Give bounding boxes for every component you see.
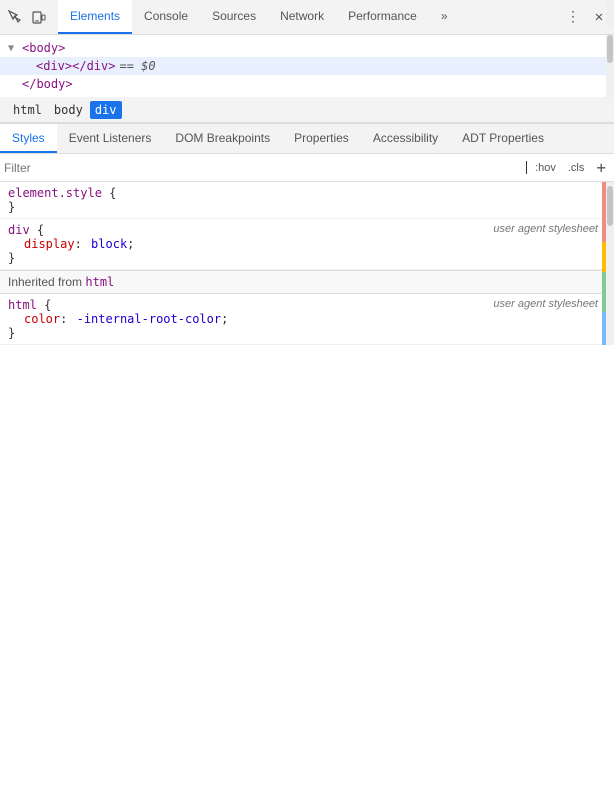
html-selector: html: [8, 298, 37, 312]
tab-sources[interactable]: Sources: [200, 0, 268, 34]
color-indicator-yellow: [602, 242, 606, 272]
div-ua-source: user agent stylesheet: [493, 223, 598, 235]
inherited-from-tag: html: [85, 275, 114, 289]
element-style-block: element.style { }: [0, 182, 614, 219]
html-color-prop-line[interactable]: color: -internal-root-color;: [8, 312, 614, 326]
dom-row-body-close[interactable]: </body>: [0, 75, 614, 93]
panel-tab-event-listeners[interactable]: Event Listeners: [57, 124, 164, 153]
color-indicator-blue: [602, 312, 606, 345]
devtools-toolbar: Elements Console Sources Network Perform…: [0, 0, 614, 35]
breadcrumb-bar: html body div: [0, 97, 614, 123]
element-style-selector: element.style: [8, 186, 102, 200]
cursor-indicator: [526, 161, 527, 174]
div-open-tag: <div>: [36, 59, 72, 73]
panel-tab-properties[interactable]: Properties: [282, 124, 361, 153]
tab-elements[interactable]: Elements: [58, 0, 132, 34]
panel-tab-styles[interactable]: Styles: [0, 124, 57, 153]
inherited-from-section: Inherited from html: [0, 270, 614, 294]
new-style-rule-button[interactable]: +: [592, 158, 610, 177]
breadcrumb-html[interactable]: html: [8, 101, 47, 119]
html-open-brace: {: [44, 298, 51, 312]
div-selector: div: [8, 223, 30, 237]
div-ua-block: user agent stylesheet div { display: blo…: [0, 219, 614, 270]
html-ua-source: user agent stylesheet: [493, 298, 598, 310]
tab-more[interactable]: »: [429, 0, 460, 34]
filter-input[interactable]: [4, 161, 522, 175]
device-icon[interactable]: [28, 6, 50, 28]
panel-tab-dom-breakpoints[interactable]: DOM Breakpoints: [163, 124, 282, 153]
css-scrollbar-thumb: [607, 186, 613, 226]
div-close-line: }: [8, 251, 614, 265]
css-scrollbar[interactable]: [606, 182, 614, 345]
html-close-line: }: [8, 326, 614, 340]
div-display-prop-line[interactable]: display: block;: [8, 237, 614, 251]
display-colon: :: [75, 237, 82, 251]
toolbar-icons: [4, 6, 50, 28]
main-tab-bar: Elements Console Sources Network Perform…: [58, 0, 562, 34]
element-style-close-brace: }: [8, 200, 15, 214]
body-open-tag: <body>: [22, 41, 65, 55]
breadcrumb-body[interactable]: body: [49, 101, 88, 119]
tab-console[interactable]: Console: [132, 0, 200, 34]
body-close-tag: </body>: [22, 77, 73, 91]
filter-bar: :hov .cls +: [0, 154, 614, 182]
element-style-selector-line: element.style {: [8, 186, 614, 200]
hov-button[interactable]: :hov: [531, 160, 560, 176]
filter-scrollbar-area: [606, 0, 614, 28]
expand-arrow-body: ▼: [8, 43, 22, 54]
assigned-var: == $0: [119, 59, 155, 73]
display-semicolon: ;: [127, 237, 134, 251]
panel-tab-bar: Styles Event Listeners DOM Breakpoints P…: [0, 124, 614, 154]
div-close-tag: </div>: [72, 59, 115, 73]
filter-buttons: :hov .cls +: [531, 158, 610, 177]
tab-performance[interactable]: Performance: [336, 0, 429, 34]
panel-tab-adt-properties[interactable]: ADT Properties: [450, 124, 556, 153]
inspect-icon[interactable]: [4, 6, 26, 28]
tab-network[interactable]: Network: [268, 0, 336, 34]
color-prop: color: [24, 312, 60, 326]
div-open-brace: {: [37, 223, 44, 237]
color-indicator-red: [602, 182, 606, 242]
color-indicator-green: [602, 272, 606, 312]
element-style-open-brace: {: [109, 186, 116, 200]
dom-tree: ▼ <body> <div></div> == $0 </body>: [0, 35, 614, 97]
div-close-brace: }: [8, 251, 15, 265]
breadcrumb-div[interactable]: div: [90, 101, 122, 119]
dom-row-body[interactable]: ▼ <body>: [0, 39, 614, 57]
cls-button[interactable]: .cls: [564, 160, 589, 176]
color-indicators: [602, 182, 606, 345]
dom-scrollbar-thumb: [607, 35, 613, 63]
color-colon: :: [60, 312, 67, 326]
color-semicolon: ;: [221, 312, 228, 326]
dom-row-div[interactable]: <div></div> == $0: [0, 57, 614, 75]
color-value: -internal-root-color: [77, 312, 222, 326]
inherited-from-label: Inherited from: [8, 275, 85, 289]
display-value: block: [91, 237, 127, 251]
panel-tab-accessibility[interactable]: Accessibility: [361, 124, 450, 153]
dom-scrollbar[interactable]: [606, 35, 614, 97]
html-ua-block: user agent stylesheet html { color: -int…: [0, 294, 614, 345]
element-style-close-line: }: [8, 200, 614, 214]
more-options-icon[interactable]: ⋮: [562, 6, 584, 28]
toolbar-right: ⋮ ✕: [562, 6, 610, 28]
css-content: element.style { } user agent stylesheet …: [0, 182, 614, 345]
display-prop: display: [24, 237, 75, 251]
elements-area: ▼ <body> <div></div> == $0 </body> html …: [0, 35, 614, 124]
html-close-brace: }: [8, 326, 15, 340]
